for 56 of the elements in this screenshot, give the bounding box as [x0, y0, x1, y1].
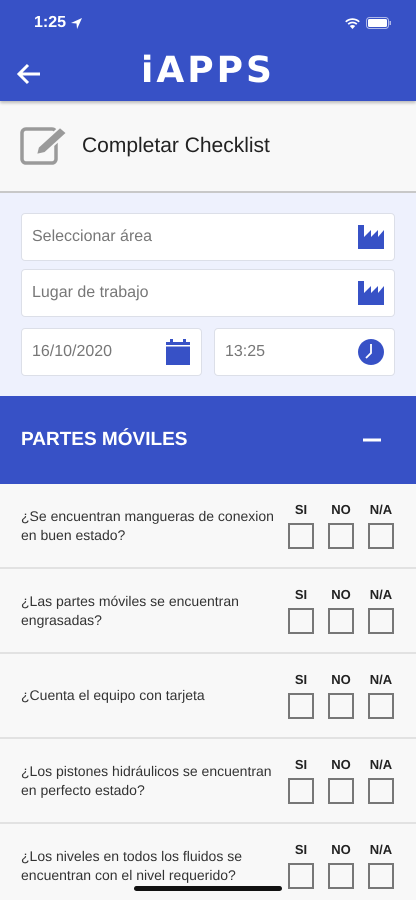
option-label: N/A	[370, 672, 392, 687]
question-text: ¿Los niveles en todos los fluidos se encuentran con el nivel requerido?	[21, 846, 244, 884]
checkbox[interactable]	[328, 778, 354, 804]
back-arrow-icon	[16, 62, 42, 84]
date-field[interactable]: 16/10/2020	[21, 328, 202, 376]
checkbox[interactable]	[288, 778, 314, 804]
checkbox[interactable]	[288, 693, 314, 719]
option-label: N/A	[370, 587, 392, 602]
battery-icon	[366, 17, 392, 29]
option-label: N/A	[370, 502, 392, 517]
date-value: 16/10/2020	[32, 343, 112, 361]
question-text: ¿Los pistones hidráulicos se encuentran en perfecto estado?	[21, 762, 273, 800]
checkbox[interactable]	[328, 523, 354, 549]
checkbox[interactable]	[288, 523, 314, 549]
option-label: NO	[331, 672, 351, 687]
option-label: SI	[294, 757, 308, 772]
status-time: 1:25	[34, 14, 66, 32]
app-logo: iAPPS	[141, 50, 275, 91]
checkbox[interactable]	[328, 863, 354, 889]
field-placeholder: Seleccionar área	[32, 228, 152, 246]
option-label: SI	[294, 587, 308, 602]
option-label: SI	[294, 842, 308, 857]
option-label: N/A	[370, 757, 392, 772]
time-value: 13:25	[225, 343, 266, 361]
checkbox[interactable]	[288, 608, 314, 634]
page-title: Completar Checklist	[82, 134, 270, 158]
option-label: NO	[331, 502, 351, 517]
question-text: ¿Se encuentran mangueras de conexion en buen estado?	[21, 506, 275, 544]
checkbox[interactable]	[368, 523, 394, 549]
checkbox[interactable]	[368, 608, 394, 634]
option-label: NO	[331, 842, 351, 857]
factory-icon	[358, 281, 384, 305]
option-label: SI	[294, 502, 308, 517]
clock-icon	[358, 339, 384, 365]
checkbox[interactable]	[368, 693, 394, 719]
factory-icon	[358, 225, 384, 249]
option-label: SI	[294, 672, 308, 687]
checkbox[interactable]	[328, 693, 354, 719]
calendar-icon	[165, 339, 191, 365]
checkbox[interactable]	[368, 778, 394, 804]
checkbox[interactable]	[368, 863, 394, 889]
field-placeholder: Lugar de trabajo	[32, 284, 149, 302]
select-field[interactable]: Seleccionar área	[21, 213, 395, 261]
location-arrow-icon	[71, 18, 82, 28]
option-label: N/A	[370, 842, 392, 857]
time-field[interactable]: 13:25	[214, 328, 395, 376]
question-text: ¿Las partes móviles se encuentran engrasadas?	[21, 592, 240, 630]
question-text: ¿Cuenta el equipo con tarjeta	[21, 686, 206, 705]
option-label: NO	[331, 757, 351, 772]
section-header[interactable]: PARTES MÓVILES	[0, 396, 416, 484]
checkbox[interactable]	[328, 608, 354, 634]
checkbox[interactable]	[288, 863, 314, 889]
wifi-icon	[344, 17, 361, 29]
section-title: PARTES MÓVILES	[21, 429, 188, 451]
option-label: NO	[331, 587, 351, 602]
select-field[interactable]: Lugar de trabajo	[21, 269, 395, 317]
